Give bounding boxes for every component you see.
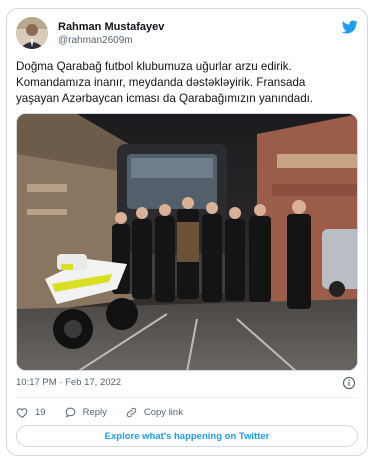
- tweet-text: Doğma Qarabağ futbol klubumuza uğurlar a…: [16, 59, 356, 107]
- author-names[interactable]: Rahman Mustafayev @rahman2609m: [58, 20, 164, 48]
- divider: [16, 397, 358, 398]
- speech-bubble-icon: [65, 407, 75, 418]
- user-handle[interactable]: @rahman2609m: [58, 34, 164, 48]
- explore-twitter-button[interactable]: Explore what’s happening on Twitter: [16, 425, 358, 447]
- tweet-text-line: Komandamıza inanır, meydanda dəstəkləyir…: [16, 76, 306, 89]
- tweet-meta: 10:17 PM · Feb 17, 2022: [16, 376, 358, 391]
- display-name[interactable]: Rahman Mustafayev: [58, 20, 164, 34]
- tweet-text-line: Doğma Qarabağ futbol klubumuza uğurlar a…: [16, 60, 292, 73]
- copy-link-button[interactable]: Copy link: [125, 406, 183, 419]
- tweet-text-line: yaşayan Azərbaycan icması da Qarabağımız…: [16, 92, 314, 105]
- like-count: 19: [35, 406, 46, 418]
- like-button[interactable]: 19: [16, 406, 46, 419]
- link-icon: [126, 407, 137, 417]
- copy-link-label: Copy link: [143, 406, 183, 418]
- tweet-actions: 19 Reply Copy link: [16, 404, 201, 420]
- info-icon[interactable]: [342, 376, 356, 390]
- twitter-bird-icon[interactable]: [341, 19, 358, 35]
- heart-icon: [16, 407, 28, 418]
- tweet-card: Rahman Mustafayev @rahman2609m Doğma Qar…: [6, 8, 368, 456]
- tweet-timestamp[interactable]: 10:17 PM · Feb 17, 2022: [16, 377, 121, 388]
- tweet-header: Rahman Mustafayev @rahman2609m: [16, 17, 358, 57]
- tweet-photo[interactable]: [16, 113, 358, 371]
- avatar[interactable]: [16, 17, 48, 49]
- reply-button[interactable]: Reply: [64, 406, 107, 419]
- reply-label: Reply: [82, 406, 107, 418]
